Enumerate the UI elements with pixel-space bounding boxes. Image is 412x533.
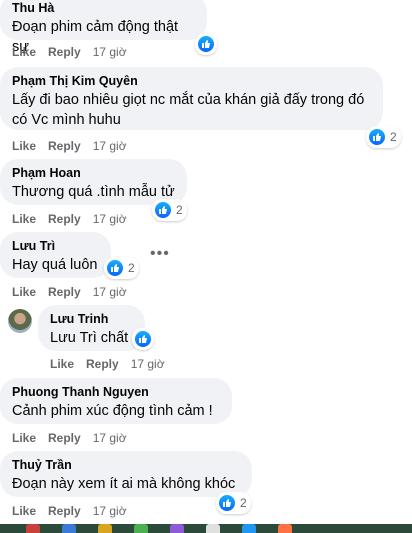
comment-bubble: Phạm Thị Kim Quyên Lấy đi bao nhiêu giọt… <box>0 67 383 130</box>
like-icon <box>196 34 216 54</box>
like-button[interactable]: Like <box>12 504 36 518</box>
like-button[interactable]: Like <box>12 212 36 226</box>
comment-time[interactable]: 17 giờ <box>93 285 127 299</box>
comment-author[interactable]: Lưu Trì <box>12 238 99 254</box>
comment-text: Thương quá .tình mẫu tử <box>12 184 175 200</box>
reaction-count: 2 <box>128 261 135 275</box>
comment-time[interactable]: 17 giờ <box>131 357 165 371</box>
reaction-count: 2 <box>176 203 183 217</box>
comment-author[interactable]: Phạm Thị Kim Quyên <box>12 73 371 89</box>
taskbar-app-icon[interactable] <box>206 524 220 533</box>
taskbar-app-icon[interactable] <box>62 524 76 533</box>
comment-actions: Like Reply 17 giờ <box>50 357 177 371</box>
reaction-badge[interactable]: 2 <box>366 126 401 148</box>
like-button[interactable]: Like <box>12 139 36 153</box>
taskbar-app-icon[interactable] <box>242 524 256 533</box>
reaction-badge[interactable] <box>195 33 217 55</box>
comment-author[interactable]: Phạm Hoan <box>12 165 175 181</box>
reply-button[interactable]: Reply <box>48 45 81 59</box>
comment-author[interactable]: Thuỷ Trần <box>12 457 240 473</box>
comment-actions: Like Reply 17 giờ <box>12 212 139 226</box>
reply-button[interactable]: Reply <box>48 431 81 445</box>
taskbar-app-icon[interactable] <box>134 524 148 533</box>
reaction-badge[interactable]: 2 <box>216 492 251 514</box>
comment-text: Cảnh phim xúc động tình cảm ! <box>12 403 213 419</box>
like-button[interactable]: Like <box>12 285 36 299</box>
comment-time[interactable]: 17 giờ <box>93 431 127 445</box>
comment-text: Lưu Trì chất <box>50 330 129 346</box>
comment-bubble: Lưu Trì Hay quá luôn <box>0 232 111 278</box>
like-icon <box>105 258 125 278</box>
avatar[interactable] <box>8 309 32 333</box>
reaction-badge[interactable]: 2 <box>104 257 139 279</box>
reaction-count: 2 <box>390 130 397 144</box>
comment-author[interactable]: Thu Hà <box>12 0 195 16</box>
comment-actions: Like Reply 17 giờ <box>12 45 139 59</box>
comment-author[interactable]: Phuong Thanh Nguyen <box>12 384 220 400</box>
comment-text: Hay quá luôn <box>12 257 98 273</box>
like-button[interactable]: Like <box>50 357 74 371</box>
comment-time[interactable]: 17 giờ <box>93 212 127 226</box>
comment-actions: Like Reply 17 giờ <box>12 431 139 445</box>
taskbar-app-icon[interactable] <box>170 524 184 533</box>
comment-time[interactable]: 17 giờ <box>93 139 127 153</box>
comment-text: Đoạn này xem ít ai mà không khóc <box>12 476 236 492</box>
reaction-badge[interactable] <box>132 328 154 350</box>
taskbar <box>0 524 412 533</box>
comment-actions: Like Reply 17 giờ <box>12 285 139 299</box>
comment-text: Lấy đi bao nhiêu giọt nc mắt của khán gi… <box>12 92 365 128</box>
like-button[interactable]: Like <box>12 45 36 59</box>
comment-bubble: Phạm Hoan Thương quá .tình mẫu tử <box>0 159 187 205</box>
taskbar-app-icon[interactable] <box>26 524 40 533</box>
comment-author[interactable]: Lưu Trinh <box>50 311 133 327</box>
reply-button[interactable]: Reply <box>48 504 81 518</box>
reply-button[interactable]: Reply <box>48 212 81 226</box>
like-button[interactable]: Like <box>12 431 36 445</box>
comment-bubble: Phuong Thanh Nguyen Cảnh phim xúc động t… <box>0 378 232 424</box>
reaction-count: 2 <box>240 496 247 510</box>
like-icon <box>217 493 237 513</box>
like-icon <box>153 200 173 220</box>
like-icon <box>133 329 153 349</box>
reply-button[interactable]: Reply <box>86 357 119 371</box>
like-icon <box>367 127 387 147</box>
reaction-badge[interactable]: 2 <box>152 199 187 221</box>
taskbar-app-icon[interactable] <box>278 524 292 533</box>
reply-button[interactable]: Reply <box>48 285 81 299</box>
more-options-icon[interactable]: ••• <box>150 245 170 263</box>
comment-bubble: Lưu Trinh Lưu Trì chất <box>38 305 145 351</box>
reply-button[interactable]: Reply <box>48 139 81 153</box>
comment-time[interactable]: 17 giờ <box>93 504 127 518</box>
comment-actions: Like Reply 17 giờ <box>12 504 139 518</box>
comment-bubble: Thuỷ Trần Đoạn này xem ít ai mà không kh… <box>0 451 252 497</box>
comment-bubble: Thu Hà Đoạn phim cảm động thật sự <box>0 0 207 55</box>
comment-time[interactable]: 17 giờ <box>93 45 127 59</box>
taskbar-app-icon[interactable] <box>98 524 112 533</box>
comment-actions: Like Reply 17 giờ <box>12 139 139 153</box>
